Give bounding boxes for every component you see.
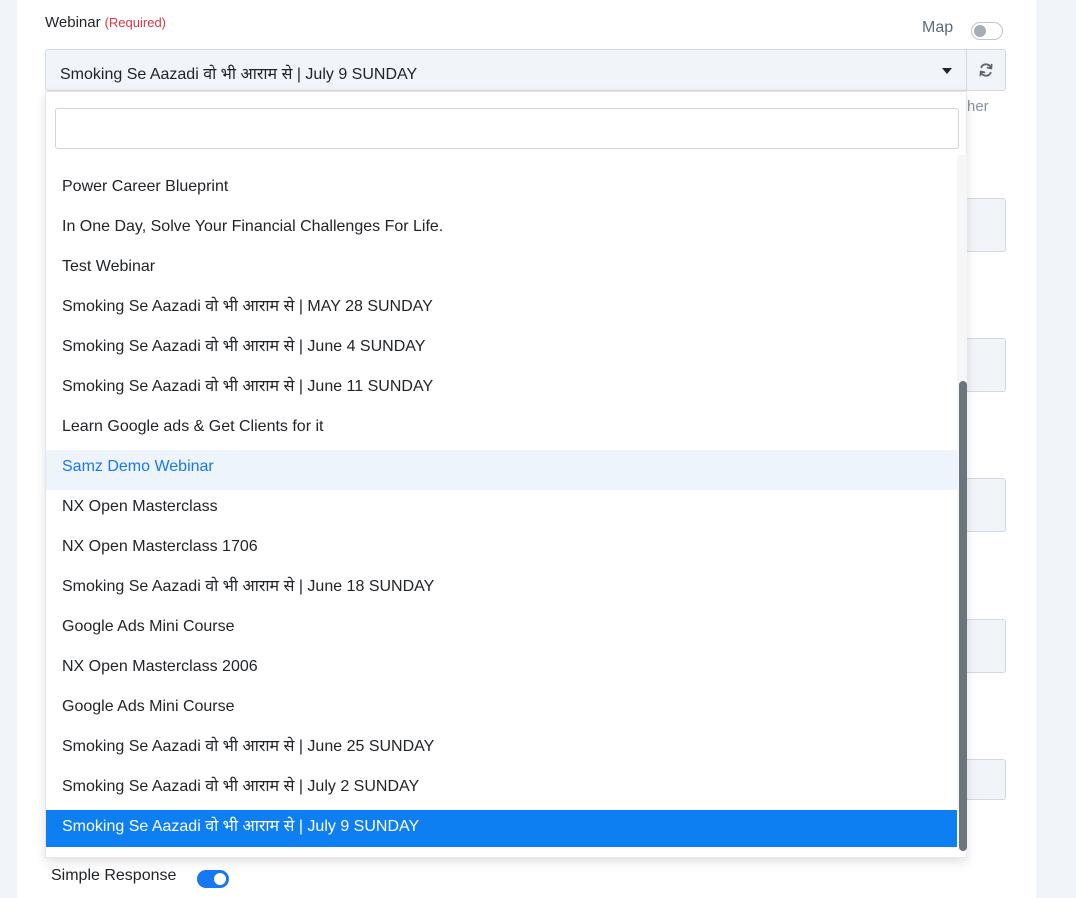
dropdown-option[interactable]: Samz Demo Webinar [46, 450, 958, 490]
refresh-button[interactable] [966, 49, 1006, 91]
dropdown-option[interactable]: Smoking Se Aazadi वो भी आराम से | June 1… [46, 570, 958, 610]
toggle-knob [974, 25, 986, 37]
hint-text: her [967, 98, 989, 115]
dropdown-option[interactable]: Smoking Se Aazadi वो भी आराम से | July 2… [46, 770, 958, 810]
dropdown-option[interactable]: Learn Google ads & Get Clients for it [46, 410, 958, 450]
webinar-dropdown: Product Career WebclassPower Career Blue… [45, 91, 967, 858]
dropdown-option[interactable]: Power Career Blueprint [46, 170, 958, 210]
background-input[interactable] [966, 619, 1006, 673]
dropdown-option[interactable]: NX Open Masterclass 2006 [46, 650, 958, 690]
background-input[interactable] [966, 759, 1006, 800]
simple-response-label: Simple Response [51, 867, 177, 884]
background-input[interactable] [966, 198, 1006, 252]
map-toggle[interactable] [971, 22, 1003, 40]
refresh-icon [979, 63, 993, 77]
webinar-field-label: Webinar (Required) [45, 14, 166, 31]
dropdown-option[interactable]: Smoking Se Aazadi वो भी आराम से | June 2… [46, 730, 958, 770]
required-indicator: (Required) [104, 15, 167, 30]
caret-down-icon [942, 68, 952, 74]
dropdown-options-list: Product Career WebclassPower Career Blue… [46, 155, 958, 847]
webinar-label-text: Webinar [45, 14, 101, 31]
background-input[interactable] [966, 478, 1006, 532]
background-input[interactable] [966, 338, 1006, 392]
dropdown-option[interactable]: Google Ads Mini Course [46, 690, 958, 730]
dropdown-option[interactable]: Smoking Se Aazadi वो भी आराम से | June 4… [46, 330, 958, 370]
simple-response-toggle[interactable] [197, 870, 229, 888]
dropdown-search-input[interactable] [55, 108, 959, 149]
map-label: Map [922, 19, 954, 36]
select-value: Smoking Se Aazadi वो भी आराम से | July 9… [60, 66, 418, 83]
dropdown-option[interactable]: Google Ads Mini Course [46, 610, 958, 650]
toggle-knob [214, 873, 226, 885]
dropdown-option[interactable]: NX Open Masterclass 1706 [46, 530, 958, 570]
dropdown-scrollbar-thumb[interactable] [959, 381, 967, 851]
dropdown-option[interactable]: Smoking Se Aazadi वो भी आराम से | MAY 28… [46, 290, 958, 330]
dropdown-option[interactable]: Test Webinar [46, 250, 958, 290]
dropdown-option[interactable]: Product Career Webclass [46, 155, 958, 170]
dropdown-option[interactable]: In One Day, Solve Your Financial Challen… [46, 210, 958, 250]
webinar-select[interactable]: Smoking Se Aazadi वो भी आराम से | July 9… [45, 49, 967, 91]
dropdown-option[interactable]: Smoking Se Aazadi वो भी आराम से | June 1… [46, 370, 958, 410]
dropdown-option[interactable]: NX Open Masterclass [46, 490, 958, 530]
dropdown-option-selected[interactable]: Smoking Se Aazadi वो भी आराम से | July 9… [46, 810, 958, 847]
